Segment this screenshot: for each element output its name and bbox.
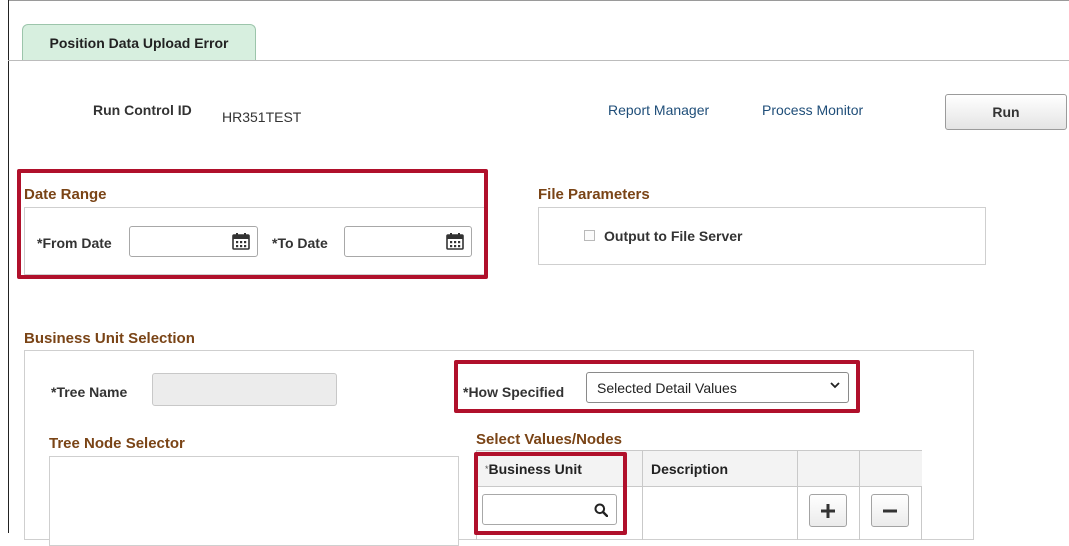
add-row-button[interactable] <box>809 494 847 527</box>
process-monitor-link[interactable]: Process Monitor <box>762 102 863 118</box>
run-button[interactable]: Run <box>945 94 1067 130</box>
minus-icon <box>883 509 897 512</box>
business-unit-highlight <box>474 452 627 535</box>
how-specified-highlight <box>454 360 860 413</box>
frame-top-border <box>8 0 1069 1</box>
grid-header-delete <box>859 450 922 486</box>
tree-name-input <box>152 373 337 406</box>
report-manager-link[interactable]: Report Manager <box>608 102 709 118</box>
tree-name-label: *Tree Name <box>51 384 128 400</box>
plus-icon <box>821 503 835 518</box>
delete-row-button[interactable] <box>871 494 909 527</box>
file-parameters-title: File Parameters <box>538 186 650 203</box>
run-control-label: Run Control ID <box>93 102 192 118</box>
select-values-nodes-title: Select Values/Nodes <box>476 431 622 448</box>
grid-header-add <box>797 450 860 486</box>
tree-node-selector-title: Tree Node Selector <box>49 435 185 452</box>
grid-header-description[interactable]: Description <box>642 450 798 486</box>
output-to-file-server-checkbox[interactable] <box>584 230 595 241</box>
run-control-value: HR351TEST <box>222 109 302 125</box>
grid-cell-description <box>642 486 798 540</box>
output-to-file-server-label: Output to File Server <box>604 228 743 244</box>
tab-underline <box>8 60 1069 61</box>
grid-header-description-label: Description <box>651 460 729 477</box>
business-unit-selection-title: Business Unit Selection <box>24 330 195 347</box>
frame-left-border <box>8 0 9 533</box>
date-range-highlight <box>17 169 488 279</box>
tab-position-data-upload-error[interactable]: Position Data Upload Error <box>22 24 256 60</box>
